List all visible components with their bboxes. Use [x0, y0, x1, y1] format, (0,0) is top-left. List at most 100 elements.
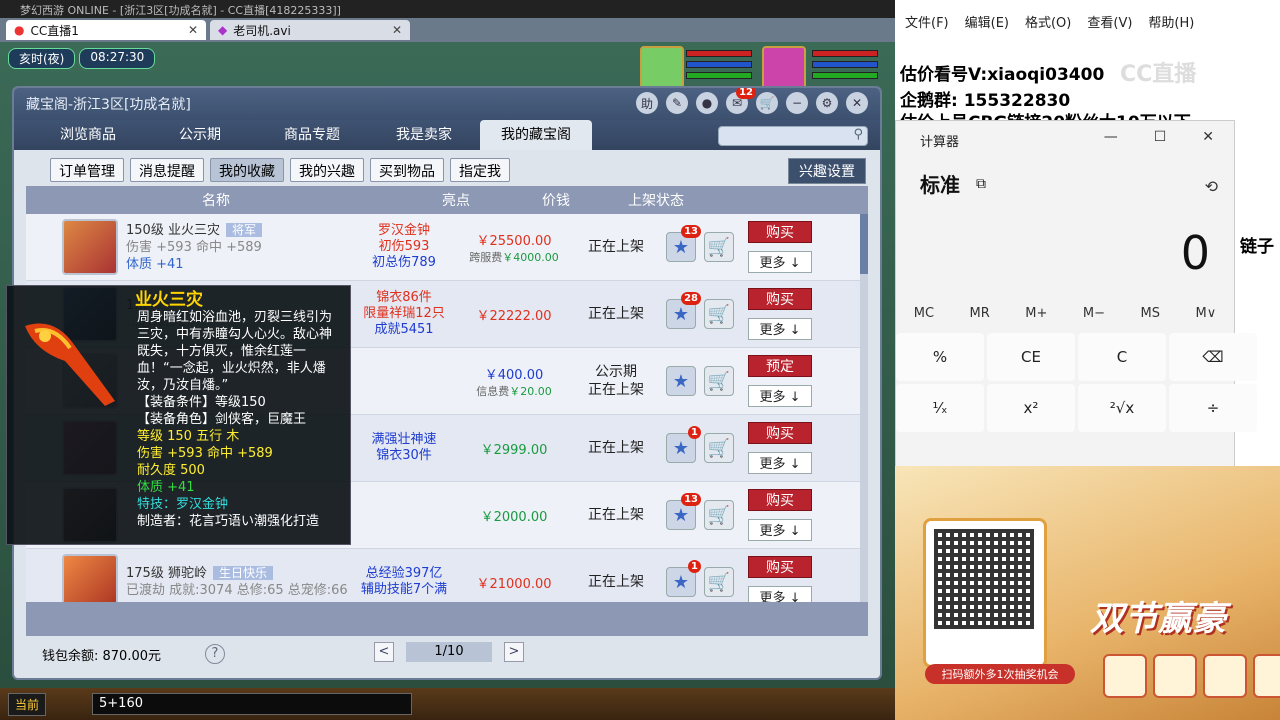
keep-on-top-icon[interactable]: ⧉: [976, 176, 986, 192]
tab-browse[interactable]: 浏览商品: [32, 120, 144, 150]
memory-key[interactable]: MC: [914, 306, 934, 321]
item-name[interactable]: 175级 狮驼岭: [126, 566, 207, 581]
tab-messages[interactable]: 消息提醒: [130, 158, 204, 182]
scrollbar[interactable]: [860, 214, 868, 602]
history-icon[interactable]: ⟲: [1205, 177, 1218, 196]
buy-button[interactable]: 购买: [748, 288, 812, 310]
tab-topics[interactable]: 商品专题: [256, 120, 368, 150]
cart-icon[interactable]: 🛒: [704, 299, 734, 329]
search-icon[interactable]: ⚲: [853, 127, 863, 142]
favorite-star-icon[interactable]: ★: [666, 366, 696, 396]
tab-video[interactable]: ◆ 老司机.avi ✕: [210, 20, 410, 40]
tab-purchased[interactable]: 买到物品: [370, 158, 444, 182]
cart-icon[interactable]: 🛒: [704, 567, 734, 597]
cart-icon[interactable]: 🛒: [704, 500, 734, 530]
more-button[interactable]: 更多 ↓: [748, 318, 812, 340]
interest-settings-button[interactable]: 兴趣设置: [788, 158, 866, 184]
favorite-star-icon[interactable]: ★ 13: [666, 493, 701, 530]
menu-help[interactable]: 帮助(H): [1148, 12, 1194, 31]
mail-icon[interactable]: ✉ 12: [726, 88, 756, 114]
item-name[interactable]: 150级 业火三灾: [126, 223, 220, 238]
calc-key[interactable]: ¹⁄ₓ: [896, 384, 984, 432]
next-page-button[interactable]: >: [504, 642, 524, 662]
tab-orders[interactable]: 订单管理: [50, 158, 124, 182]
minimize-icon[interactable]: —: [1104, 129, 1118, 145]
tab-label: 老司机.avi: [233, 23, 291, 38]
buy-button[interactable]: 预定: [748, 355, 812, 377]
price-fee: 信息费￥20.00: [454, 383, 574, 399]
menu-edit[interactable]: 编辑(E): [965, 12, 1009, 31]
col-highlight: 亮点: [442, 193, 470, 209]
chat-input[interactable]: 5+160: [92, 693, 413, 715]
close-icon[interactable]: ✕: [188, 23, 198, 37]
close-icon[interactable]: ✕: [392, 23, 402, 37]
price-value: ￥2000.00: [480, 509, 548, 525]
help-button[interactable]: ?: [205, 644, 225, 664]
more-button[interactable]: 更多 ↓: [748, 586, 812, 602]
tab-cc-live[interactable]: ● CC直播1 ✕: [6, 20, 206, 40]
item-avatar[interactable]: [62, 219, 118, 275]
tab-interests[interactable]: 我的兴趣: [290, 158, 364, 182]
maximize-icon[interactable]: ☐: [1154, 129, 1167, 145]
calculator-mode[interactable]: 标准 ⧉: [896, 155, 1234, 198]
buy-button[interactable]: 购买: [748, 489, 812, 511]
channel-selector[interactable]: 当前: [8, 692, 47, 716]
menu-view[interactable]: 查看(V): [1087, 12, 1132, 31]
memory-key[interactable]: M−: [1083, 306, 1105, 321]
help-icon[interactable]: 助: [636, 92, 658, 114]
cart-icon[interactable]: 🛒: [704, 366, 734, 396]
tab-favorites[interactable]: 我的收藏: [210, 158, 284, 182]
close-icon[interactable]: ✕: [846, 92, 868, 114]
prize-item[interactable]: [1103, 654, 1147, 698]
favorite-star-icon[interactable]: ★ 1: [666, 426, 701, 463]
qr-code[interactable]: [923, 518, 1047, 668]
calc-key[interactable]: ²√x: [1078, 384, 1166, 432]
buy-button[interactable]: 购买: [748, 422, 812, 444]
memory-key[interactable]: M∨: [1195, 306, 1216, 321]
more-button[interactable]: 更多 ↓: [748, 385, 812, 407]
item-avatar[interactable]: [62, 554, 118, 602]
favorite-count-badge: 1: [688, 560, 701, 573]
more-button[interactable]: 更多 ↓: [748, 251, 812, 273]
calc-key[interactable]: %: [896, 333, 984, 381]
item-status: 正在上架: [574, 573, 658, 591]
calc-key[interactable]: ÷: [1169, 384, 1257, 432]
pin-icon[interactable]: ✎: [666, 92, 688, 114]
notepad-menu: 文件(F) 编辑(E) 格式(O) 查看(V) 帮助(H): [895, 0, 1280, 31]
buy-button[interactable]: 购买: [748, 221, 812, 243]
favorite-star-icon[interactable]: ★ 13: [666, 225, 701, 262]
prize-item[interactable]: [1203, 654, 1247, 698]
favorite-star-icon[interactable]: ★ 1: [666, 560, 701, 597]
settings-icon[interactable]: ⚙: [816, 92, 838, 114]
memory-key[interactable]: MR: [970, 306, 990, 321]
close-icon[interactable]: ✕: [1202, 129, 1214, 145]
menu-file[interactable]: 文件(F): [905, 12, 949, 31]
price-value: ￥21000.00: [476, 576, 552, 592]
record-icon[interactable]: ●: [696, 92, 718, 114]
calc-key[interactable]: CE: [987, 333, 1075, 381]
tab-my-pavilion[interactable]: 我的藏宝阁: [480, 120, 592, 150]
tab-seller[interactable]: 我是卖家: [368, 120, 480, 150]
prize-item[interactable]: [1253, 654, 1280, 698]
buy-button[interactable]: 购买: [748, 556, 812, 578]
cart-icon[interactable]: 🛒: [704, 433, 734, 463]
scroll-thumb[interactable]: [860, 214, 868, 274]
cart-icon[interactable]: 🛒: [756, 92, 778, 114]
memory-key[interactable]: M+: [1025, 306, 1047, 321]
memory-key[interactable]: MS: [1141, 306, 1160, 321]
favorite-star-icon[interactable]: ★ 28: [666, 292, 701, 329]
calc-key[interactable]: x²: [987, 384, 1075, 432]
tab-public-period[interactable]: 公示期: [144, 120, 256, 150]
more-button[interactable]: 更多 ↓: [748, 452, 812, 474]
calc-key[interactable]: ⌫: [1169, 333, 1257, 381]
tab-assigned[interactable]: 指定我: [450, 158, 510, 182]
minimize-icon[interactable]: −: [786, 92, 808, 114]
calc-key[interactable]: C: [1078, 333, 1166, 381]
prize-item[interactable]: [1153, 654, 1197, 698]
highlight-text: 成就5451: [374, 322, 434, 337]
more-button[interactable]: 更多 ↓: [748, 519, 812, 541]
prev-page-button[interactable]: <: [374, 642, 394, 662]
menu-format[interactable]: 格式(O): [1025, 12, 1071, 31]
search-input[interactable]: ⚲: [718, 126, 868, 146]
cart-icon[interactable]: 🛒: [704, 232, 734, 262]
